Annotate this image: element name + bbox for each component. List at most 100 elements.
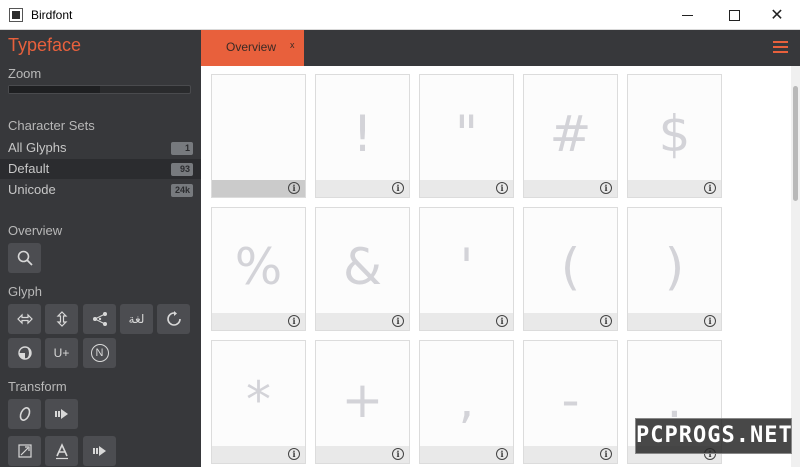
search-button[interactable] [8, 243, 41, 273]
search-icon [17, 250, 33, 266]
unicode-button[interactable]: U+ [45, 338, 78, 368]
info-icon[interactable]: i [496, 448, 508, 460]
tab-overview[interactable]: Overview x [201, 30, 304, 66]
set-item-unicode[interactable]: Unicode 24k [0, 180, 201, 200]
transform-section-label: Transform [8, 379, 67, 394]
character-sets-label: Character Sets [8, 118, 95, 133]
share-points-button[interactable] [83, 304, 116, 334]
flip-horizontal-button[interactable] [8, 304, 41, 334]
glyph-cell[interactable]: & i [315, 207, 410, 331]
glyph-cell[interactable]: ,i [419, 340, 514, 464]
glyph-cell-footer: i [212, 180, 305, 197]
info-icon[interactable]: i [392, 315, 404, 327]
set-count-badge: 1 [171, 142, 193, 155]
zoom-slider[interactable] [8, 85, 191, 94]
move-right-button[interactable] [45, 399, 78, 429]
window-titlebar: Birdfont ✕ [0, 0, 800, 30]
glyph-cell-footer: i [316, 313, 409, 330]
text-tool-button[interactable] [45, 436, 78, 466]
arrow-right-icon [54, 409, 68, 419]
glyph-cell-footer: i [524, 180, 617, 197]
resize-button[interactable] [8, 436, 41, 466]
info-icon[interactable]: i [600, 448, 612, 460]
info-icon[interactable]: i [600, 182, 612, 194]
glyph-cell[interactable]: % i [211, 207, 306, 331]
info-icon[interactable]: i [288, 182, 300, 194]
maximize-button[interactable] [711, 0, 757, 30]
minimize-button[interactable] [664, 0, 710, 30]
glyph-cell[interactable]: " i [419, 74, 514, 198]
set-item-label: Unicode [8, 182, 56, 197]
arabic-text-button[interactable]: لغة [120, 304, 153, 334]
oval-icon [19, 407, 30, 421]
info-icon[interactable]: i [704, 182, 716, 194]
glyph-preview: + [341, 371, 384, 429]
glyph-preview: * [246, 371, 271, 429]
zoom-label: Zoom [8, 66, 42, 81]
glyph-cell[interactable]: (i [523, 207, 618, 331]
fill-icon [17, 346, 32, 360]
tab-close-icon[interactable]: x [290, 40, 295, 50]
glyph-cell[interactable]: $ i [627, 74, 722, 198]
set-item-default[interactable]: Default 93 [0, 159, 201, 179]
overview-section-label: Overview [8, 223, 63, 238]
info-icon[interactable]: i [288, 448, 300, 460]
rotate-icon [166, 311, 181, 326]
set-item-label: Default [8, 161, 50, 176]
glyph-cell[interactable]: * i [211, 340, 306, 464]
arabic-text-icon: لغة [128, 312, 145, 326]
glyph-cell-footer: i [212, 313, 305, 330]
glyph-cell[interactable]: ! i [315, 74, 410, 198]
close-button[interactable]: ✕ [754, 0, 800, 30]
glyph-cell[interactable]: ) i [627, 207, 722, 331]
share-points-icon [92, 312, 107, 326]
glyph-cell[interactable]: -i [523, 340, 618, 464]
info-icon[interactable]: i [496, 182, 508, 194]
glyph-preview: $ [658, 105, 691, 163]
glyph-preview: - [561, 371, 580, 429]
info-icon[interactable]: i [704, 315, 716, 327]
rotate-button[interactable] [157, 304, 190, 334]
set-count-badge: 93 [171, 163, 193, 176]
n-circle-icon: N [90, 344, 109, 362]
text-a-icon [55, 443, 68, 460]
glyph-cell-footer: i [524, 313, 617, 330]
flip-vertical-button[interactable] [45, 304, 78, 334]
minimize-icon [681, 14, 693, 16]
glyph-cell[interactable]: # i [523, 74, 618, 198]
info-icon[interactable]: i [600, 315, 612, 327]
glyph-cell-footer: i [628, 313, 721, 330]
scrollbar-thumb[interactable] [793, 86, 798, 201]
tab-label: Overview [226, 40, 277, 54]
tab-bar: Overview x [201, 30, 800, 66]
close-icon: ✕ [770, 7, 784, 24]
glyph-preview: ( [560, 238, 581, 296]
glyph-preview: ! [352, 105, 373, 163]
zoom-slider-fill [9, 86, 100, 93]
glyph-cell-footer: i [316, 180, 409, 197]
flip-vertical-icon [56, 311, 67, 327]
oval-tool-button[interactable] [8, 399, 41, 429]
hamburger-menu-icon[interactable] [773, 41, 788, 53]
maximize-icon [728, 9, 740, 21]
move-right-button-2[interactable] [83, 436, 116, 466]
glyph-cell-footer: i [420, 446, 513, 463]
vertical-scrollbar[interactable] [791, 66, 800, 467]
glyph-cell[interactable]: i [211, 74, 306, 198]
n-circle-button[interactable]: N [83, 338, 116, 368]
set-item-all-glyphs[interactable]: All Glyphs 1 [0, 138, 201, 158]
glyph-preview: % [234, 238, 283, 296]
window-title: Birdfont [31, 8, 73, 22]
glyph-preview: ) [664, 238, 685, 296]
info-icon[interactable]: i [392, 182, 404, 194]
glyph-preview: ' [459, 238, 474, 296]
glyph-cell[interactable]: ' i [419, 207, 514, 331]
watermark: PCPROGS.NET [635, 418, 792, 454]
glyph-cell[interactable]: + i [315, 340, 410, 464]
info-icon[interactable]: i [288, 315, 300, 327]
unicode-icon: U+ [53, 346, 70, 360]
info-icon[interactable]: i [392, 448, 404, 460]
info-icon[interactable]: i [496, 315, 508, 327]
fill-button[interactable] [8, 338, 41, 368]
set-item-label: All Glyphs [8, 140, 67, 155]
